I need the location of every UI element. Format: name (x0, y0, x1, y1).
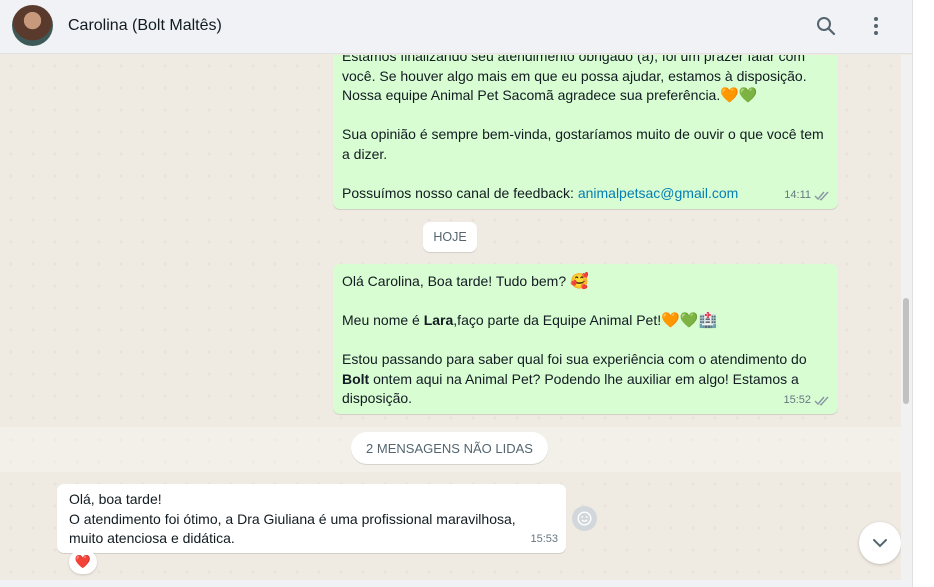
message-text: a dizer. (342, 145, 388, 162)
message-text: Sua opinião é sempre bem-vinda, gostaría… (342, 126, 824, 142)
message-text: Nossa equipe Animal Pet Sacomã agradece … (342, 87, 758, 104)
message-text: O atendimento foi ótimo, a Dra Giuliana … (69, 510, 516, 527)
message-text: Bolt ontem aqui na Animal Pet? Podendo l… (342, 370, 799, 387)
double-check-icon (814, 396, 829, 406)
message-text: Meu nome é Lara,faço parte da Equipe Ani… (342, 312, 718, 329)
message-time: 14:11 (784, 188, 811, 201)
scroll-down-button[interactable] (859, 522, 901, 564)
message-meta: 15:53 (530, 530, 558, 550)
footer-edge (0, 580, 912, 587)
message-text: Estamos finalizando seu atendimento obri… (342, 55, 806, 64)
contact-name[interactable]: Carolina (Bolt Maltês) (68, 17, 222, 35)
search-icon[interactable] (814, 14, 838, 38)
heart-reaction[interactable]: ❤️ (69, 550, 97, 574)
message-time: 15:53 (530, 532, 558, 545)
message-meta: 15:52 (783, 391, 830, 411)
chat-header: Carolina (Bolt Maltês) (0, 0, 912, 54)
message-time: 15:52 (783, 393, 811, 406)
emoji: 🧡💚 (720, 87, 758, 104)
message-text: Possuímos nosso canal de feedback: anima… (342, 184, 739, 201)
email-link[interactable]: animalpetsac@gmail.com (578, 185, 739, 201)
emoji-reaction-icon[interactable] (572, 506, 597, 531)
outgoing-message[interactable]: Estamos finalizando seu atendimento obri… (333, 55, 838, 209)
message-text: Estou passando para saber qual foi sua e… (342, 351, 807, 367)
message-text: você. Se houver algo mais em que eu poss… (342, 67, 807, 84)
emoji: 🧡💚🏥 (661, 312, 718, 329)
message-text: disposição. (342, 390, 413, 406)
scrollbar-thumb[interactable] (903, 298, 909, 404)
outgoing-message[interactable]: Olá Carolina, Boa tarde! Tudo bem? 🥰 Meu… (333, 264, 838, 414)
incoming-message[interactable]: Olá, boa tarde! O atendimento foi ótimo,… (57, 484, 566, 553)
message-text: Olá Carolina, Boa tarde! Tudo bem? 🥰 (342, 273, 589, 290)
chevron-down-icon (873, 539, 887, 548)
emoji: 🥰 (570, 273, 589, 290)
date-divider: HOJE (423, 222, 477, 252)
chat-area[interactable]: Estamos finalizando seu atendimento obri… (0, 55, 912, 587)
more-vertical-icon[interactable] (864, 14, 888, 38)
message-meta: 14:11 (784, 186, 830, 206)
message-text: muito atenciosa e didática. (69, 530, 235, 546)
unread-messages-badge: 2 MENSAGENS NÃO LIDAS (351, 432, 548, 464)
contact-avatar[interactable] (12, 5, 53, 46)
double-check-icon (814, 191, 829, 201)
message-text: Olá, boa tarde! (69, 491, 162, 507)
window-edge (912, 0, 934, 587)
